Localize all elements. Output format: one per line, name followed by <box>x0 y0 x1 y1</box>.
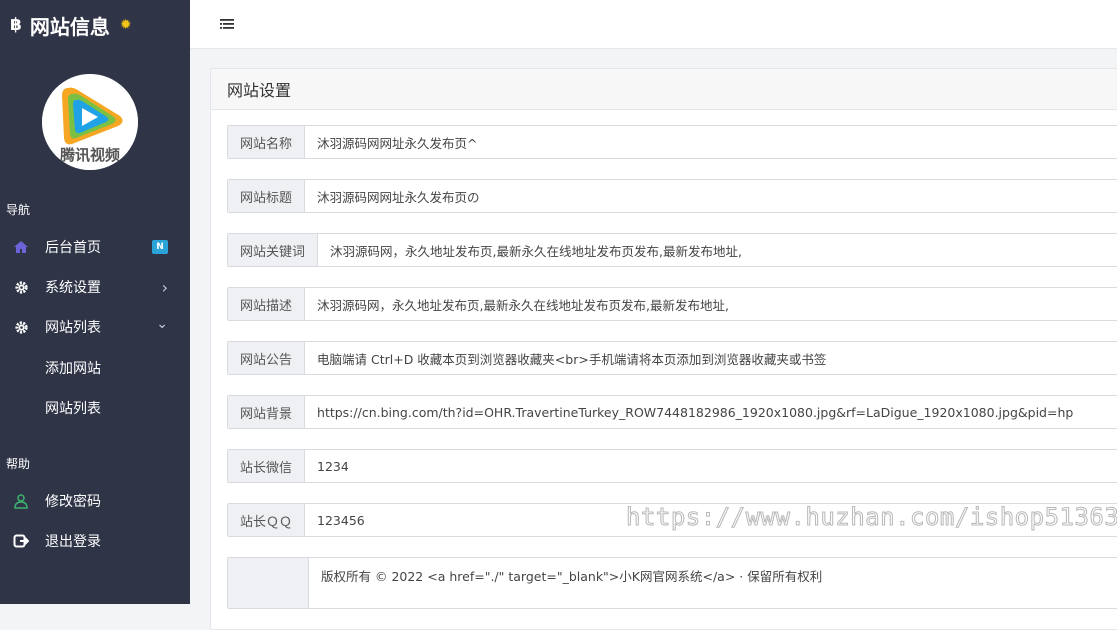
field-site-name: 网站名称 沐羽源码网网址永久发布页^ <box>227 125 1117 159</box>
site-background-input[interactable]: https://cn.bing.com/th?id=OHR.Travertine… <box>305 396 1073 428</box>
card-title: 网站设置 <box>211 69 1117 110</box>
gear-icon <box>11 277 31 297</box>
site-keywords-input[interactable]: 沐羽源码网，永久地址发布页,最新永久在线地址发布页发布,最新发布地址, <box>318 234 742 266</box>
top-bar <box>190 0 1117 49</box>
brand[interactable]: ฿ 网站信息 ✹ <box>10 10 132 40</box>
menu-toggle-icon[interactable] <box>219 16 235 32</box>
sidebar: ฿ 网站信息 ✹ 腾讯视频 导航 后台首页 N 系统设置 › 网站列表 ⌄ 添加… <box>0 0 190 604</box>
field-site-description: 网站描述 沐羽源码网，永久地址发布页,最新永久在线地址发布页发布,最新发布地址, <box>227 287 1117 321</box>
sidebar-item-label: 后台首页 <box>45 240 101 256</box>
field-label: 网站标题 <box>228 180 306 212</box>
user-icon <box>11 491 31 511</box>
field-copyright: 版权所有 © 2022 <a href="./" target="_blank"… <box>227 557 1117 609</box>
sidebar-subitem-add-site[interactable]: 添加网站 <box>45 358 101 378</box>
field-site-title: 网站标题 沐羽源码网网址永久发布页の <box>227 179 1117 213</box>
brand-title: 网站信息 <box>29 14 110 39</box>
copyright-textarea[interactable]: 版权所有 © 2022 <a href="./" target="_blank"… <box>309 558 822 608</box>
avatar-text: 腾讯视频 <box>59 146 120 164</box>
sidebar-item-label: 网站列表 <box>45 320 101 336</box>
avatar[interactable]: 腾讯视频 <box>42 74 138 170</box>
home-icon <box>11 237 31 257</box>
field-site-keywords: 网站关键词 沐羽源码网，永久地址发布页,最新永久在线地址发布页发布,最新发布地址… <box>227 233 1117 267</box>
new-badge: N <box>152 240 168 254</box>
sidebar-item-label: 修改密码 <box>45 494 101 510</box>
sidebar-subitem-site-list[interactable]: 网站列表 <box>45 398 101 418</box>
field-label: 网站关键词 <box>228 234 319 266</box>
logout-icon <box>11 531 31 551</box>
field-label: 网站背景 <box>228 396 306 428</box>
settings-badge-icon: ✹ <box>119 17 132 33</box>
chevron-down-icon: ⌄ <box>156 316 168 332</box>
sidebar-item-site-list[interactable]: 网站列表 ⌄ <box>0 307 190 347</box>
bitcoin-icon: ฿ <box>10 15 22 35</box>
sidebar-item-system-settings[interactable]: 系统设置 › <box>0 267 190 307</box>
gear-icon <box>11 317 31 337</box>
webmaster-qq-input[interactable]: 123456 <box>305 504 365 536</box>
site-announcement-input[interactable]: 电脑端请 Ctrl+D 收藏本页到浏览器收藏夹<br>手机端请将本页添加到浏览器… <box>305 342 826 374</box>
webmaster-wechat-input[interactable]: 1234 <box>305 450 349 482</box>
field-label: 站长微信 <box>228 450 306 482</box>
sidebar-item-label: 系统设置 <box>45 280 101 296</box>
field-label: 网站公告 <box>228 342 306 374</box>
field-webmaster-wechat: 站长微信 1234 <box>227 449 1117 483</box>
site-settings-card: 网站设置 网站名称 沐羽源码网网址永久发布页^ 网站标题 沐羽源码网网址永久发布… <box>210 68 1117 630</box>
sidebar-item-logout[interactable]: 退出登录 <box>0 521 190 561</box>
nav-section-label: 导航 <box>6 203 31 217</box>
help-section-label: 帮助 <box>6 457 31 471</box>
watermark-text: https://www.huzhan.com/ishop51363 <box>625 503 1117 532</box>
field-label: 网站名称 <box>228 126 306 158</box>
chevron-right-icon: › <box>161 277 168 297</box>
site-description-input[interactable]: 沐羽源码网，永久地址发布页,最新永久在线地址发布页发布,最新发布地址, <box>305 288 729 320</box>
sidebar-item-change-password[interactable]: 修改密码 <box>0 481 190 521</box>
sidebar-item-dashboard[interactable]: 后台首页 N <box>0 227 190 267</box>
site-name-input[interactable]: 沐羽源码网网址永久发布页^ <box>305 126 477 158</box>
field-label <box>228 558 309 608</box>
field-label: 站长ＱＱ <box>228 504 306 536</box>
field-site-background: 网站背景 https://cn.bing.com/th?id=OHR.Trave… <box>227 395 1117 429</box>
sidebar-item-label: 退出登录 <box>45 534 101 550</box>
tencent-video-logo-icon: 腾讯视频 <box>42 74 138 170</box>
field-site-announcement: 网站公告 电脑端请 Ctrl+D 收藏本页到浏览器收藏夹<br>手机端请将本页添… <box>227 341 1117 375</box>
field-label: 网站描述 <box>228 288 306 320</box>
site-title-input[interactable]: 沐羽源码网网址永久发布页の <box>305 180 480 212</box>
